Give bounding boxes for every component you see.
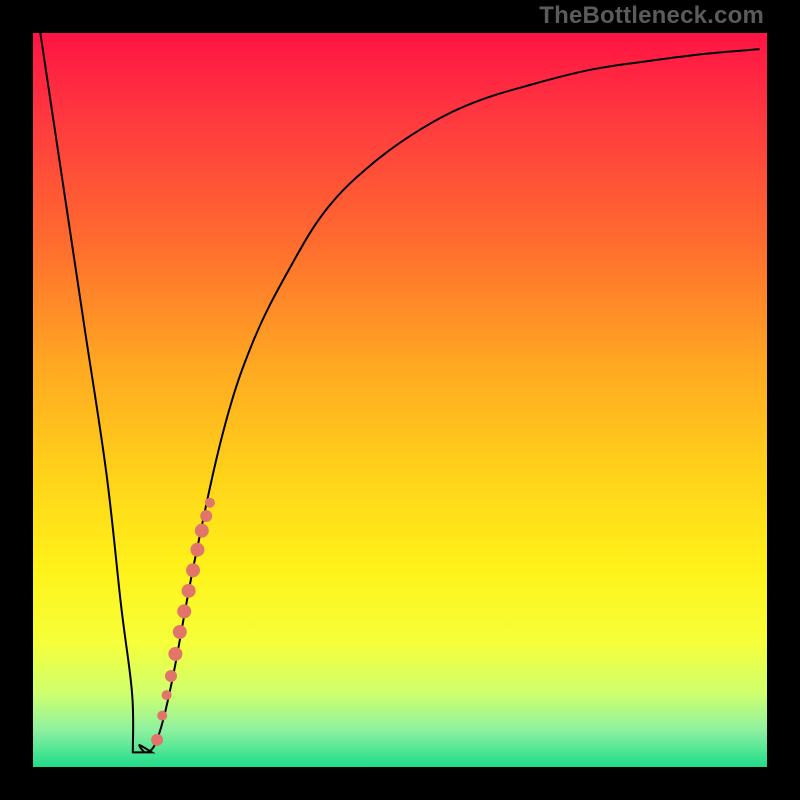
highlight-dot [173, 625, 187, 639]
highlight-dot [168, 647, 182, 661]
highlight-dot [157, 711, 167, 721]
highlight-dot [182, 584, 196, 598]
highlight-dot [162, 690, 172, 700]
highlight-dot [200, 510, 212, 522]
highlight-dot [165, 670, 177, 682]
chart-frame: TheBottleneck.com [0, 0, 800, 800]
highlight-dot [177, 604, 191, 618]
plot-area [33, 33, 767, 767]
highlight-dot [205, 498, 215, 508]
highlight-dot [151, 734, 163, 746]
highlight-dot [190, 543, 204, 557]
chart-svg [33, 33, 767, 767]
watermark-text: TheBottleneck.com [539, 2, 764, 30]
highlight-dot [186, 563, 200, 577]
highlight-dot [195, 524, 209, 538]
